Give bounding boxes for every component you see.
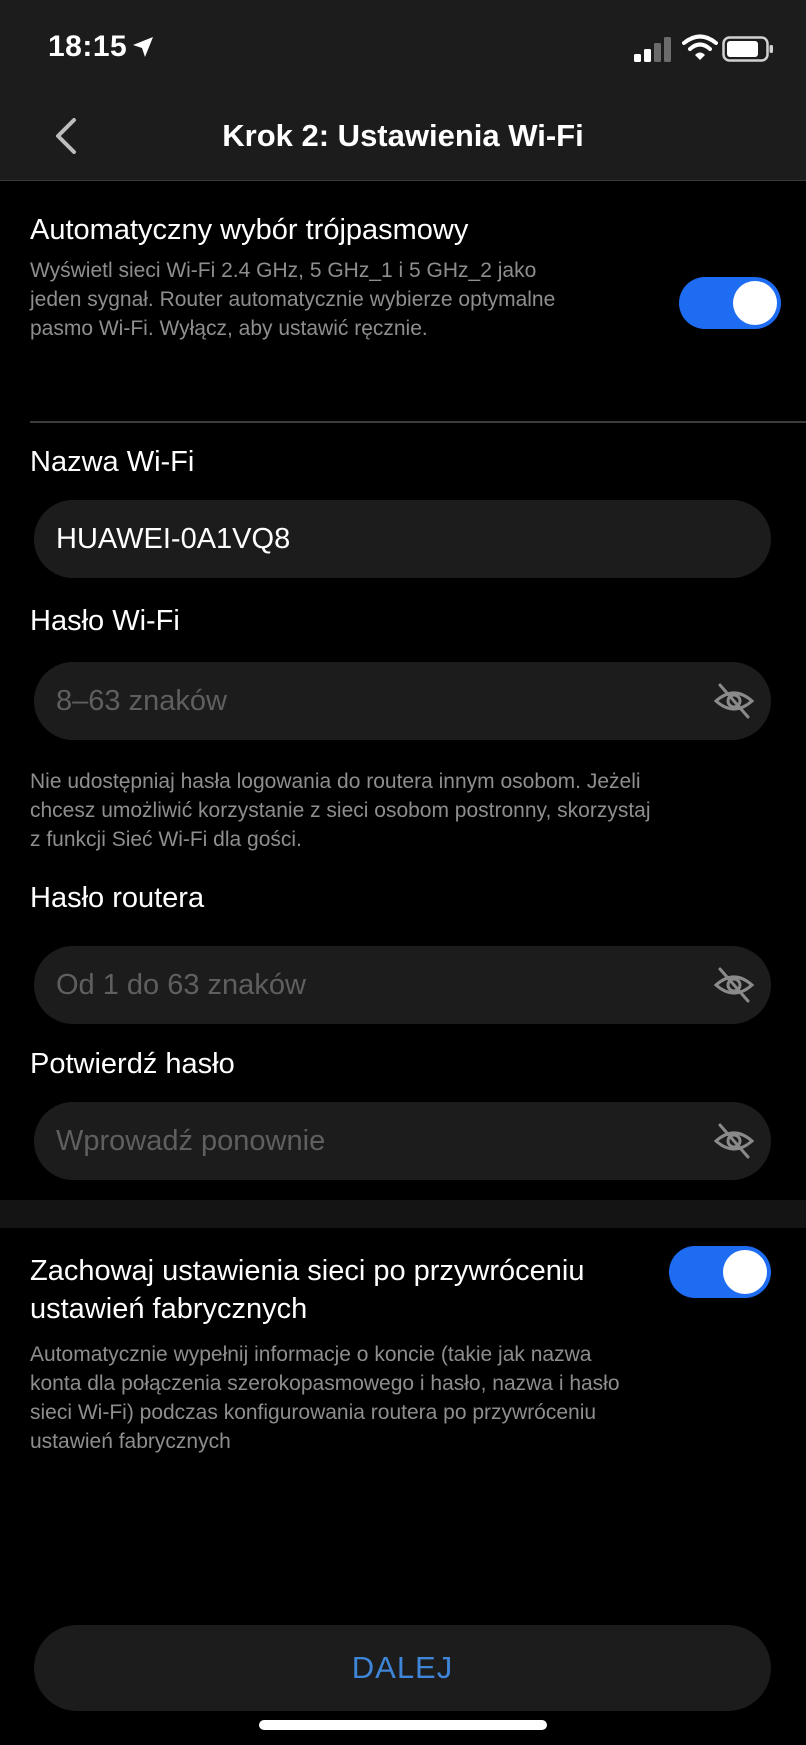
cellular-signal-icon (634, 37, 671, 62)
battery-icon (722, 36, 773, 62)
triband-description: Wyświetl sieci Wi-Fi 2.4 GHz, 5 GHz_1 i … (30, 259, 556, 340)
confirm-password-input[interactable] (56, 1102, 676, 1180)
wifi-password-input[interactable] (56, 662, 676, 740)
keep-settings-title: Zachowaj ustawienia sieci po przywróceni… (30, 1255, 585, 1325)
home-indicator (259, 1720, 547, 1730)
wifi-name-field-wrap (34, 500, 771, 578)
triband-toggle[interactable] (679, 277, 781, 329)
wifi-password-hint: Nie udostępniaj hasła logowania do route… (30, 770, 651, 851)
confirm-password-label: Potwierdź hasło (30, 1048, 235, 1080)
wifi-password-label: Hasło Wi-Fi (30, 605, 180, 637)
eye-off-icon[interactable] (713, 1121, 755, 1161)
group-separator (0, 1200, 806, 1228)
router-password-input[interactable] (56, 946, 676, 1024)
toggle-knob (733, 281, 777, 325)
eye-off-icon[interactable] (713, 681, 755, 721)
triband-title: Automatyczny wybór trójpasmowy (30, 214, 469, 246)
wifi-name-label: Nazwa Wi-Fi (30, 446, 195, 478)
section-divider (30, 421, 806, 423)
router-password-label: Hasło routera (30, 882, 205, 914)
top-bar: 18:15 Krok 2: Ustawienia Wi-Fi (0, 0, 806, 181)
wifi-name-input[interactable] (56, 500, 676, 578)
location-arrow-icon (133, 37, 153, 57)
router-password-field-wrap (34, 946, 771, 1024)
status-time: 18:15 (48, 30, 128, 63)
wifi-icon (682, 34, 718, 60)
keep-settings-description: Automatycznie wypełnij informacje o konc… (30, 1343, 620, 1453)
toggle-knob (723, 1250, 767, 1294)
next-button[interactable]: DALEJ (34, 1625, 771, 1711)
keep-settings-toggle[interactable] (669, 1246, 771, 1298)
confirm-password-field-wrap (34, 1102, 771, 1180)
page-title: Krok 2: Ustawienia Wi-Fi (222, 118, 584, 153)
eye-off-icon[interactable] (713, 965, 755, 1005)
wifi-password-field-wrap (34, 662, 771, 740)
